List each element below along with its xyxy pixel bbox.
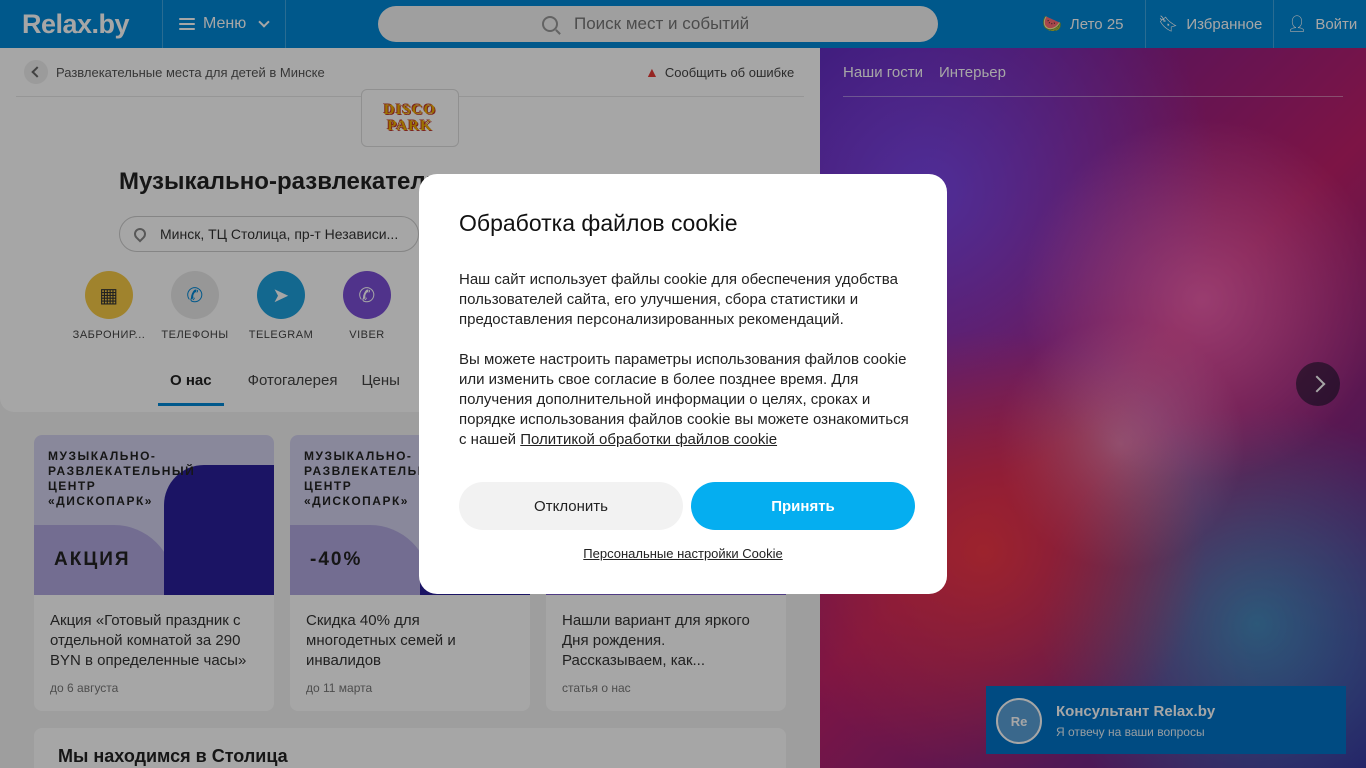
accept-button[interactable]: Принять <box>691 482 915 530</box>
cookie-modal: Обработка файлов cookie Наш сайт использ… <box>419 174 947 594</box>
cookie-policy-link[interactable]: Политикой обработки файлов cookie <box>520 431 777 448</box>
decline-button[interactable]: Отклонить <box>459 482 683 530</box>
cookie-title: Обработка файлов cookie <box>459 210 738 236</box>
cookie-settings-link[interactable]: Персональные настройки Cookie <box>419 546 947 561</box>
cookie-paragraph: Вы можете настроить параметры использова… <box>459 350 911 450</box>
cookie-paragraph: Наш сайт использует файлы cookie для обе… <box>459 271 898 328</box>
